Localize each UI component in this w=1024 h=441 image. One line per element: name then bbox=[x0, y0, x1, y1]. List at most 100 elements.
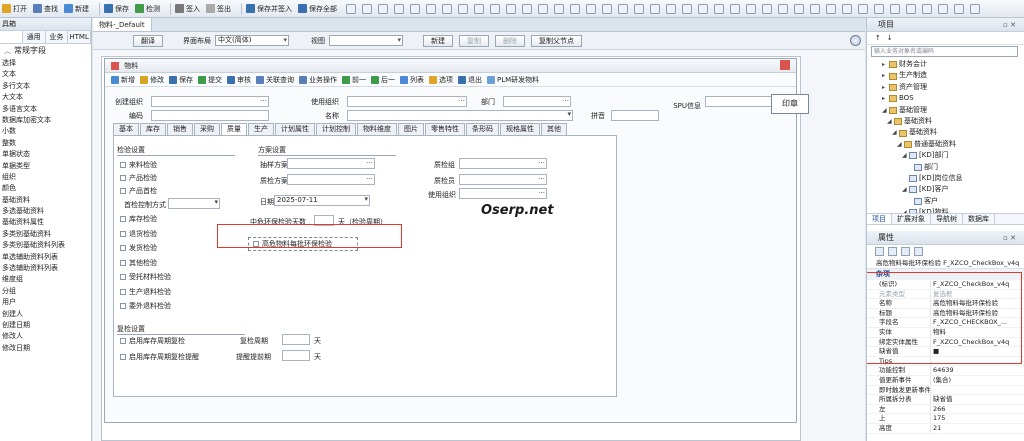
recheck-cycle-checkbox[interactable]: 启用库存周期复检 bbox=[120, 336, 185, 346]
copy-parent-button[interactable]: 复制父节点 bbox=[531, 34, 582, 47]
form-tool-button[interactable]: 后一 bbox=[371, 75, 395, 85]
toolbox-item[interactable]: 修改日期 bbox=[0, 343, 91, 354]
form-tab[interactable]: 其他 bbox=[541, 123, 567, 135]
remind-lead-field[interactable] bbox=[282, 350, 310, 361]
toolbox-item[interactable]: 多选基础资料 bbox=[0, 206, 91, 217]
checkbox-box[interactable] bbox=[120, 259, 126, 266]
checkbox-box[interactable] bbox=[120, 303, 126, 309]
checkbox-box[interactable] bbox=[120, 274, 126, 280]
toolbar-tool-icon[interactable] bbox=[522, 3, 532, 14]
toolbox-tab[interactable]: 业务 bbox=[46, 31, 69, 43]
toolbox-item[interactable]: 文本 bbox=[0, 69, 91, 80]
checkbox-box[interactable] bbox=[120, 245, 126, 251]
tree-toggle-icon[interactable]: ▸ bbox=[882, 70, 889, 81]
form-tab[interactable]: 图片 bbox=[398, 123, 424, 135]
tree-node[interactable]: ▸ 资产管理 bbox=[867, 82, 1024, 93]
layout-select[interactable]: 中文(简体) bbox=[215, 35, 289, 46]
tree-node[interactable]: ▸ 生产制造 bbox=[867, 70, 1024, 81]
form-tool-button[interactable]: 列表 bbox=[400, 75, 424, 85]
checkbox-box[interactable] bbox=[120, 230, 126, 237]
tree-node[interactable]: [KD]岗位信息 bbox=[867, 173, 1024, 184]
arrow-up-icon[interactable]: ↑ bbox=[875, 34, 881, 42]
project-search-input[interactable]: 输入业务对象名或编码 bbox=[871, 46, 1018, 57]
toolbox-item[interactable]: 多选辅助资料列表 bbox=[0, 263, 91, 274]
inspection-checkbox[interactable]: 发货检验 bbox=[120, 243, 157, 253]
tree-toggle-icon[interactable]: ◢ bbox=[902, 150, 909, 161]
name-field[interactable] bbox=[347, 110, 573, 121]
toolbar-tool-icon[interactable] bbox=[426, 3, 436, 14]
tree-node[interactable]: ◢ 基础管理 bbox=[867, 105, 1024, 116]
toolbox-item[interactable]: 单据类型 bbox=[0, 161, 91, 172]
toolbar-tool-icon[interactable] bbox=[538, 3, 548, 14]
tree-node[interactable]: ◢ 基础资料 bbox=[867, 127, 1024, 138]
project-tab[interactable]: 数据库 bbox=[963, 214, 995, 224]
tree-node[interactable]: ◢ [KD]客户 bbox=[867, 184, 1024, 195]
toolbox-item[interactable]: 单选辅助资料列表 bbox=[0, 252, 91, 263]
qc-group-field[interactable] bbox=[459, 157, 547, 169]
toolbar-button-3[interactable]: 保存 bbox=[104, 4, 129, 14]
toolbar-tool-icon[interactable] bbox=[970, 3, 980, 14]
tree-toggle-icon[interactable]: ◢ bbox=[902, 207, 909, 213]
checkbox-box[interactable] bbox=[120, 288, 126, 295]
tree-node[interactable]: 部门 bbox=[867, 162, 1024, 173]
toolbox-item[interactable]: 数据库加密文本 bbox=[0, 115, 91, 126]
form-tab[interactable]: 物料维度 bbox=[357, 123, 397, 135]
toolbar-tool-icon[interactable] bbox=[378, 3, 388, 14]
toolbox-item[interactable]: 小数 bbox=[0, 126, 91, 137]
toolbar-tool-icon[interactable] bbox=[890, 3, 900, 14]
toolbox-item[interactable]: 颜色 bbox=[0, 183, 91, 194]
toolbox-tab[interactable]: 通用 bbox=[23, 31, 46, 43]
toolbar-tool-icon[interactable] bbox=[362, 3, 372, 14]
project-tab[interactable]: 扩展对象 bbox=[892, 214, 931, 224]
property-value[interactable]: 缺省值 bbox=[931, 395, 1024, 404]
form-tool-button[interactable]: 业务操作 bbox=[299, 75, 337, 85]
toolbar-tool-icon[interactable] bbox=[666, 3, 676, 14]
inspection-checkbox[interactable]: 产品检验 bbox=[120, 173, 157, 183]
toolbox-item[interactable]: 单据状态 bbox=[0, 149, 91, 160]
tree-toggle-icon[interactable]: ◢ bbox=[902, 184, 909, 195]
checkbox-box[interactable] bbox=[120, 162, 126, 168]
toolbar-button-8[interactable]: 保存全部 bbox=[298, 4, 337, 14]
toolbar-tool-icon[interactable] bbox=[826, 3, 836, 14]
property-value[interactable]: 175 bbox=[931, 414, 1024, 423]
toolbar-tool-icon[interactable] bbox=[730, 3, 740, 14]
toolbar-tool-icon[interactable] bbox=[474, 3, 484, 14]
recheck-remind-checkbox[interactable]: 启用库存周期复检提醒 bbox=[120, 352, 199, 362]
tree-toggle-icon[interactable]: ▸ bbox=[882, 93, 889, 104]
toolbox-item[interactable]: 基础资料属性 bbox=[0, 217, 91, 228]
toolbar-tool-icon[interactable] bbox=[554, 3, 564, 14]
check-plan-field[interactable] bbox=[287, 173, 375, 185]
tree-node[interactable]: 客户 bbox=[867, 196, 1024, 207]
form-tab[interactable]: 条形码 bbox=[466, 123, 499, 135]
form-tab[interactable]: 质量 bbox=[221, 123, 247, 135]
tree-node[interactable]: ◢ [KD]部门 bbox=[867, 150, 1024, 161]
toolbox-item[interactable]: 创建日期 bbox=[0, 320, 91, 331]
inspection-checkbox[interactable]: 来料检验 bbox=[120, 160, 157, 170]
copy-button[interactable]: 复制 bbox=[459, 34, 489, 47]
checkbox-box[interactable] bbox=[120, 175, 126, 181]
create-org-field[interactable] bbox=[151, 95, 269, 107]
form-tab[interactable]: 计划控制 bbox=[316, 123, 356, 135]
toolbar-tool-icon[interactable] bbox=[778, 3, 788, 14]
form-tab[interactable]: 生产 bbox=[248, 123, 274, 135]
code-field[interactable] bbox=[151, 110, 269, 121]
toolbar-tool-icon[interactable] bbox=[954, 3, 964, 14]
toolbox-item[interactable]: 修改人 bbox=[0, 331, 91, 342]
tree-toggle-icon[interactable]: ▸ bbox=[882, 82, 889, 93]
close-icon[interactable] bbox=[780, 60, 790, 70]
recheck-cycle-field[interactable] bbox=[282, 334, 310, 345]
inspection-checkbox[interactable]: 其他检验 bbox=[120, 258, 157, 268]
arrow-down-icon[interactable]: ↓ bbox=[887, 34, 893, 42]
form-tab[interactable]: 零售特性 bbox=[425, 123, 465, 135]
form-tool-button[interactable]: 修改 bbox=[140, 75, 164, 85]
toolbox-item[interactable]: 基础资料 bbox=[0, 195, 91, 206]
toolbar-tool-icon[interactable] bbox=[346, 3, 356, 14]
toolbar-tool-icon[interactable] bbox=[506, 3, 516, 14]
toolbar-tool-icon[interactable] bbox=[810, 3, 820, 14]
toolbox-item[interactable]: 多语言文本 bbox=[0, 104, 91, 115]
toolbox-item[interactable]: 用户 bbox=[0, 297, 91, 308]
toolbar-tool-icon[interactable] bbox=[842, 3, 852, 14]
form-tool-button[interactable]: 前一 bbox=[342, 75, 366, 85]
qc-use-org-field[interactable] bbox=[459, 187, 547, 199]
tree-node[interactable]: ◢ 基础资料 bbox=[867, 116, 1024, 127]
